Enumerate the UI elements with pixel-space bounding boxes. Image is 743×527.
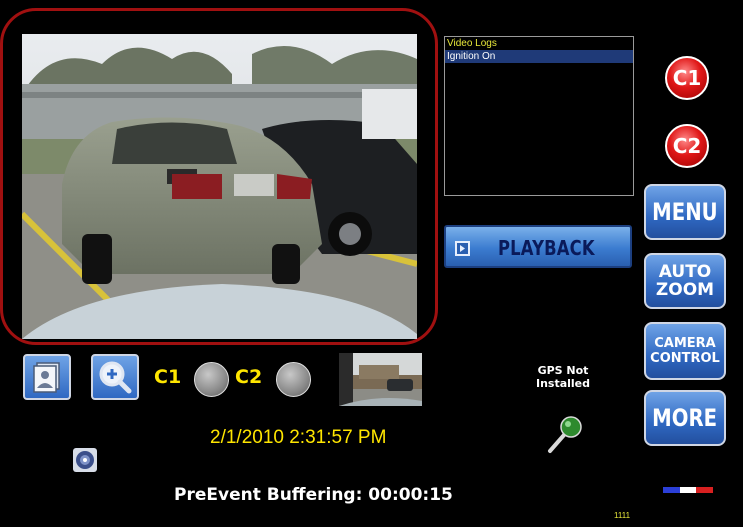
zoom-magnifier-icon <box>99 361 132 394</box>
frame-counter: 1111 <box>614 511 631 520</box>
camera-2-thumbnail[interactable] <box>339 353 422 406</box>
microphone-icon <box>548 416 582 453</box>
camera-1-indicator <box>194 362 229 397</box>
camera-1-label: C1 <box>154 366 182 388</box>
zoom-button[interactable] <box>91 354 139 400</box>
gps-status-line1: GPS Not <box>537 364 589 377</box>
gps-target-button[interactable] <box>73 448 97 472</box>
playback-icon <box>455 241 470 256</box>
camera-control-label-line1: CAMERA <box>654 336 716 351</box>
menu-button[interactable]: MENU <box>644 184 726 240</box>
playback-label: PLAYBACK <box>498 236 595 260</box>
gps-status-line2: Installed <box>535 377 591 390</box>
record-indicator-icon <box>663 487 714 493</box>
auto-zoom-label-line2: ZOOM <box>655 280 715 300</box>
gps-target-icon <box>73 448 97 472</box>
buffering-status: PreEvent Buffering: 00:00:15 <box>174 485 453 505</box>
playback-button[interactable]: PLAYBACK <box>444 225 632 268</box>
date-time-display: 2/1/2010 2:31:57 PM <box>210 427 387 448</box>
more-label: MORE <box>652 404 718 432</box>
live-video-view[interactable] <box>22 34 417 339</box>
auto-zoom-label-line1: AUTO <box>658 262 712 282</box>
menu-label: MENU <box>652 198 718 226</box>
camera-c1-button[interactable]: C1 <box>665 56 709 100</box>
camera-control-button[interactable]: CAMERA CONTROL <box>644 322 726 380</box>
video-log-list[interactable]: Video Logs Ignition On <box>444 36 634 196</box>
camera-2-indicator <box>276 362 311 397</box>
camera-2-label: C2 <box>235 366 263 388</box>
microphone-button[interactable] <box>544 413 584 455</box>
log-list-item[interactable]: Ignition On <box>445 50 633 63</box>
camera-c2-button[interactable]: C2 <box>665 124 709 168</box>
auto-zoom-button[interactable]: AUTO ZOOM <box>644 253 726 309</box>
snapshot-icon <box>33 362 60 393</box>
snapshot-button[interactable] <box>23 354 71 400</box>
more-button[interactable]: MORE <box>644 390 726 446</box>
log-list-header: Video Logs <box>447 38 497 49</box>
camera-control-label-line2: CONTROL <box>650 351 720 366</box>
gps-status: GPS Not Installed <box>524 364 602 390</box>
